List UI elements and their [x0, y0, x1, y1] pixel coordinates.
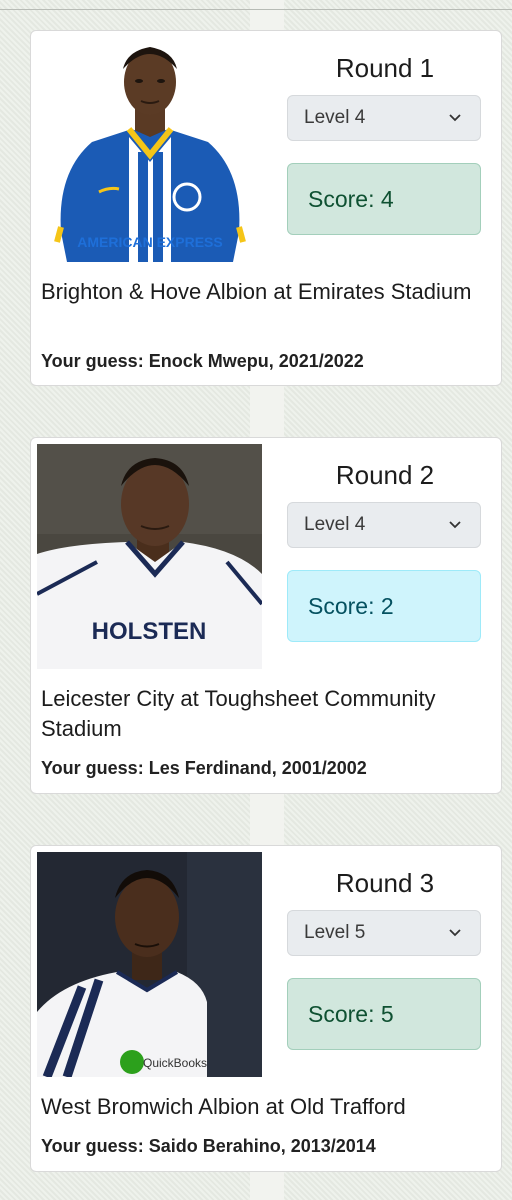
- level-select[interactable]: Level 4: [287, 95, 481, 141]
- guess-line: Your guess: Les Ferdinand, 2001/2002: [41, 758, 481, 779]
- chevron-down-icon: [449, 929, 461, 937]
- player-photo-1: AMERICAN EXPRESS: [37, 37, 262, 262]
- chevron-down-icon: [449, 521, 461, 529]
- round-card-1: AMERICAN EXPRESS Round 1 Level 4 Score: …: [30, 30, 502, 386]
- player-photo-2: HOLSTEN: [37, 444, 262, 669]
- round-card-3: QuickBooks Round 3 Level 5 Score: 5 West…: [30, 845, 502, 1172]
- guess-value: Enock Mwepu, 2021/2022: [148, 351, 364, 371]
- sponsor-text-2: HOLSTEN: [92, 618, 207, 645]
- round-card-2: HOLSTEN Round 2 Level 4 Score: 2 Leicest…: [30, 437, 502, 794]
- level-select[interactable]: Level 5: [287, 910, 481, 956]
- guess-prefix: Your guess:: [41, 351, 144, 371]
- venue-text: West Bromwich Albion at Old Trafford: [41, 1094, 406, 1119]
- level-select-value: Level 4: [304, 514, 366, 535]
- level-select[interactable]: Level 4: [287, 502, 481, 548]
- round-title: Round 3: [335, 868, 435, 898]
- sponsor-text-3: QuickBooks: [143, 1056, 207, 1070]
- sponsor-text-1: AMERICAN EXPRESS: [77, 234, 222, 250]
- score-badge: Score: 2: [287, 570, 481, 642]
- venue-text: Leicester City at Toughsheet Community S…: [41, 686, 436, 741]
- guess-line: Your guess: Saido Berahino, 2013/2014: [41, 1136, 481, 1157]
- level-select-value: Level 5: [304, 922, 366, 943]
- venue-text: Brighton & Hove Albion at Emirates Stadi…: [41, 279, 472, 304]
- chevron-down-icon: [449, 114, 461, 122]
- level-select-value: Level 4: [304, 107, 366, 128]
- round-title: Round 2: [335, 460, 435, 490]
- guess-prefix: Your guess:: [41, 758, 144, 778]
- guess-value: Les Ferdinand, 2001/2002: [148, 758, 367, 778]
- round-title: Round 1: [335, 53, 435, 83]
- top-divider: [0, 9, 512, 10]
- guess-prefix: Your guess:: [41, 1136, 144, 1156]
- guess-value: Saido Berahino, 2013/2014: [148, 1136, 376, 1156]
- score-badge: Score: 5: [287, 978, 481, 1050]
- guess-line: Your guess: Enock Mwepu, 2021/2022: [41, 351, 481, 372]
- player-photo-3: QuickBooks: [37, 852, 262, 1077]
- score-badge: Score: 4: [287, 163, 481, 235]
